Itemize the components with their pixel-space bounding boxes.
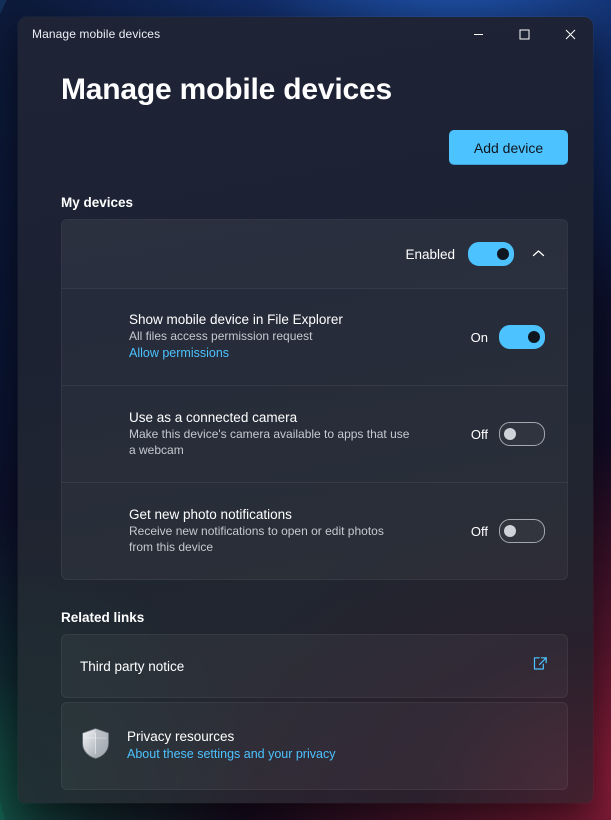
maximize-icon — [519, 29, 530, 40]
setting-toggle-label: On — [470, 329, 488, 345]
close-icon — [565, 29, 576, 40]
setting-texts: Show mobile device in File Explorer All … — [129, 312, 466, 363]
device-enabled-label: Enabled — [405, 246, 455, 262]
privacy-texts: Privacy resources About these settings a… — [127, 729, 335, 763]
allow-permissions-link[interactable]: Allow permissions — [129, 346, 229, 360]
setting-title: Use as a connected camera — [129, 410, 298, 425]
related-links-heading: Related links — [61, 610, 145, 625]
shield-icon — [80, 727, 111, 765]
external-link-icon — [532, 655, 549, 677]
privacy-settings-link[interactable]: About these settings and your privacy — [127, 747, 335, 761]
my-devices-heading: My devices — [61, 195, 134, 210]
setting-toggle[interactable] — [499, 325, 545, 349]
setting-description: Make this device's camera available to a… — [129, 427, 410, 457]
device-enabled-toggle[interactable] — [468, 242, 514, 266]
my-devices-card-group: Enabled Show mobile device in File Explo… — [61, 219, 568, 580]
setting-row-file-explorer[interactable]: Show mobile device in File Explorer All … — [62, 289, 567, 385]
setting-row-photo-notifications[interactable]: Get new photo notifications Receive new … — [62, 483, 567, 579]
privacy-resources-card: Privacy resources About these settings a… — [61, 702, 568, 790]
window-caption-buttons — [455, 17, 593, 51]
setting-description: All files access permission request — [129, 328, 313, 343]
toggle-knob — [504, 525, 516, 537]
toggle-knob — [504, 428, 516, 440]
chevron-up-icon — [532, 245, 545, 263]
setting-toggle-wrap: On — [466, 325, 545, 349]
setting-row-connected-camera[interactable]: Use as a connected camera Make this devi… — [62, 386, 567, 482]
setting-toggle-wrap: Off — [466, 422, 545, 446]
setting-texts: Use as a connected camera Make this devi… — [129, 410, 466, 458]
add-device-row: Add device — [18, 130, 568, 165]
setting-description: Receive new notifications to open or edi… — [129, 524, 384, 554]
device-expander-card: Enabled Show mobile device in File Explo… — [61, 219, 568, 580]
toggle-knob — [497, 248, 509, 260]
setting-title: Show mobile device in File Explorer — [129, 311, 343, 327]
setting-toggle[interactable] — [499, 422, 545, 446]
expander-collapse-button[interactable] — [523, 239, 553, 269]
device-expander-header[interactable]: Enabled — [62, 220, 567, 288]
third-party-notice-row[interactable]: Third party notice — [62, 635, 567, 697]
minimize-icon — [473, 29, 484, 40]
setting-toggle[interactable] — [499, 519, 545, 543]
privacy-resources-title: Privacy resources — [127, 729, 235, 744]
minimize-button[interactable] — [455, 17, 501, 51]
manage-mobile-devices-window: Manage mobile devices Manage mobile devi… — [18, 17, 593, 803]
window-title: Manage mobile devices — [32, 27, 161, 41]
maximize-button[interactable] — [501, 17, 547, 51]
third-party-notice-label: Third party notice — [80, 658, 185, 674]
third-party-notice-card[interactable]: Third party notice — [61, 634, 568, 698]
toggle-knob — [528, 331, 540, 343]
privacy-resources-row: Privacy resources About these settings a… — [62, 703, 567, 789]
related-links-card-group: Third party notice Privacy resources Abo… — [61, 634, 568, 790]
setting-toggle-label: Off — [470, 523, 488, 539]
setting-title: Get new photo notifications — [129, 507, 292, 522]
close-button[interactable] — [547, 17, 593, 51]
page-content: Manage mobile devices Add device My devi… — [18, 73, 593, 803]
setting-toggle-wrap: Off — [466, 519, 545, 543]
setting-toggle-label: Off — [470, 426, 488, 442]
setting-texts: Get new photo notifications Receive new … — [129, 507, 466, 555]
add-device-button[interactable]: Add device — [449, 130, 568, 165]
window-titlebar[interactable]: Manage mobile devices — [18, 17, 593, 51]
page-title: Manage mobile devices — [61, 73, 392, 106]
